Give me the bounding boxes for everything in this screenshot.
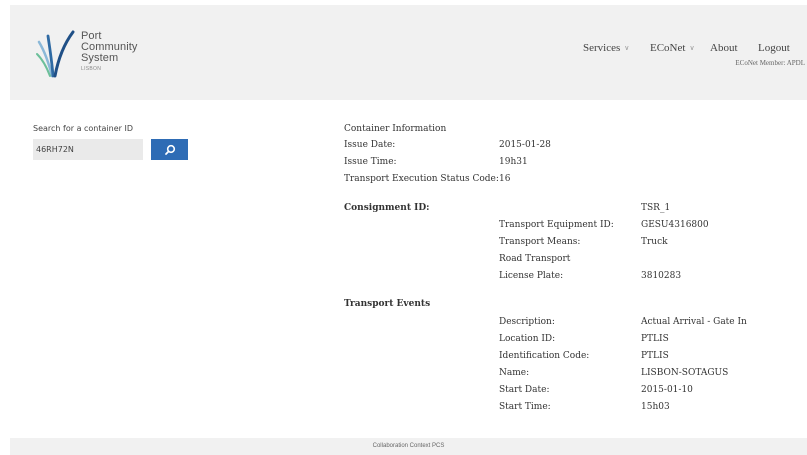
nav-services-label: Services [583, 42, 621, 54]
search-label: Search for a container ID [33, 124, 133, 133]
header: Port Community System LISBON Services ∨ E… [10, 5, 807, 100]
chevron-down-icon: ∨ [689, 44, 695, 52]
issue-time-value: 19h31 [499, 157, 528, 167]
nav-logout[interactable]: Logout [758, 42, 790, 54]
start-date-value: 2015-01-10 [641, 385, 693, 395]
status-code-label: Transport Execution Status Code: [344, 174, 499, 184]
container-heading: Container Information [344, 124, 447, 134]
chevron-down-icon: ∨ [624, 44, 630, 52]
start-time-label: Start Time: [499, 402, 551, 412]
name-label: Name: [499, 368, 530, 378]
nav-econet-label: ECoNet [650, 42, 686, 54]
member-label: ECoNet Member: APDL [735, 59, 805, 67]
status-code-value: 16 [499, 174, 511, 184]
means-label: Transport Means: [499, 237, 581, 247]
description-value: Actual Arrival - Gate In [641, 317, 747, 327]
nav-services[interactable]: Services ∨ [583, 42, 629, 54]
plate-value: 3810283 [641, 271, 682, 281]
logo-subtitle: LISBON [81, 66, 102, 72]
pcs-logo-icon [36, 30, 75, 78]
issue-date-value: 2015-01-28 [499, 140, 551, 150]
consignment-heading: Consignment ID: [344, 203, 430, 213]
start-time-value: 15h03 [641, 402, 670, 412]
means-value: Truck [641, 237, 668, 247]
issue-date-label: Issue Date: [344, 140, 396, 150]
equipment-value: GESU4316800 [641, 220, 709, 230]
transport-mode: Road Transport [499, 254, 571, 264]
footer-text: Collaboration Context PCS [372, 443, 445, 449]
logo-line-system: System [81, 52, 119, 64]
start-date-label: Start Date: [499, 385, 550, 395]
name-value: LISBON-SOTAGUS [641, 368, 729, 378]
ident-value: PTLIS [641, 351, 669, 361]
events-heading: Transport Events [344, 299, 431, 309]
search-button[interactable] [151, 139, 188, 160]
description-label: Description: [499, 317, 555, 327]
location-value: PTLIS [641, 334, 669, 344]
logo-text: Port Community System LISBON [81, 31, 138, 73]
issue-time-label: Issue Time: [344, 157, 397, 167]
ident-label: Identification Code: [499, 351, 590, 361]
plate-label: License Plate: [499, 271, 564, 281]
consignment-id-value: TSR_1 [641, 203, 671, 213]
nav-econet[interactable]: ECoNet ∨ [650, 42, 695, 54]
search-icon [164, 144, 175, 155]
equipment-label: Transport Equipment ID: [499, 220, 614, 230]
location-label: Location ID: [499, 334, 556, 344]
nav-about[interactable]: About [710, 42, 738, 54]
search-input[interactable] [33, 139, 143, 160]
footer: Collaboration Context PCS [10, 438, 807, 455]
